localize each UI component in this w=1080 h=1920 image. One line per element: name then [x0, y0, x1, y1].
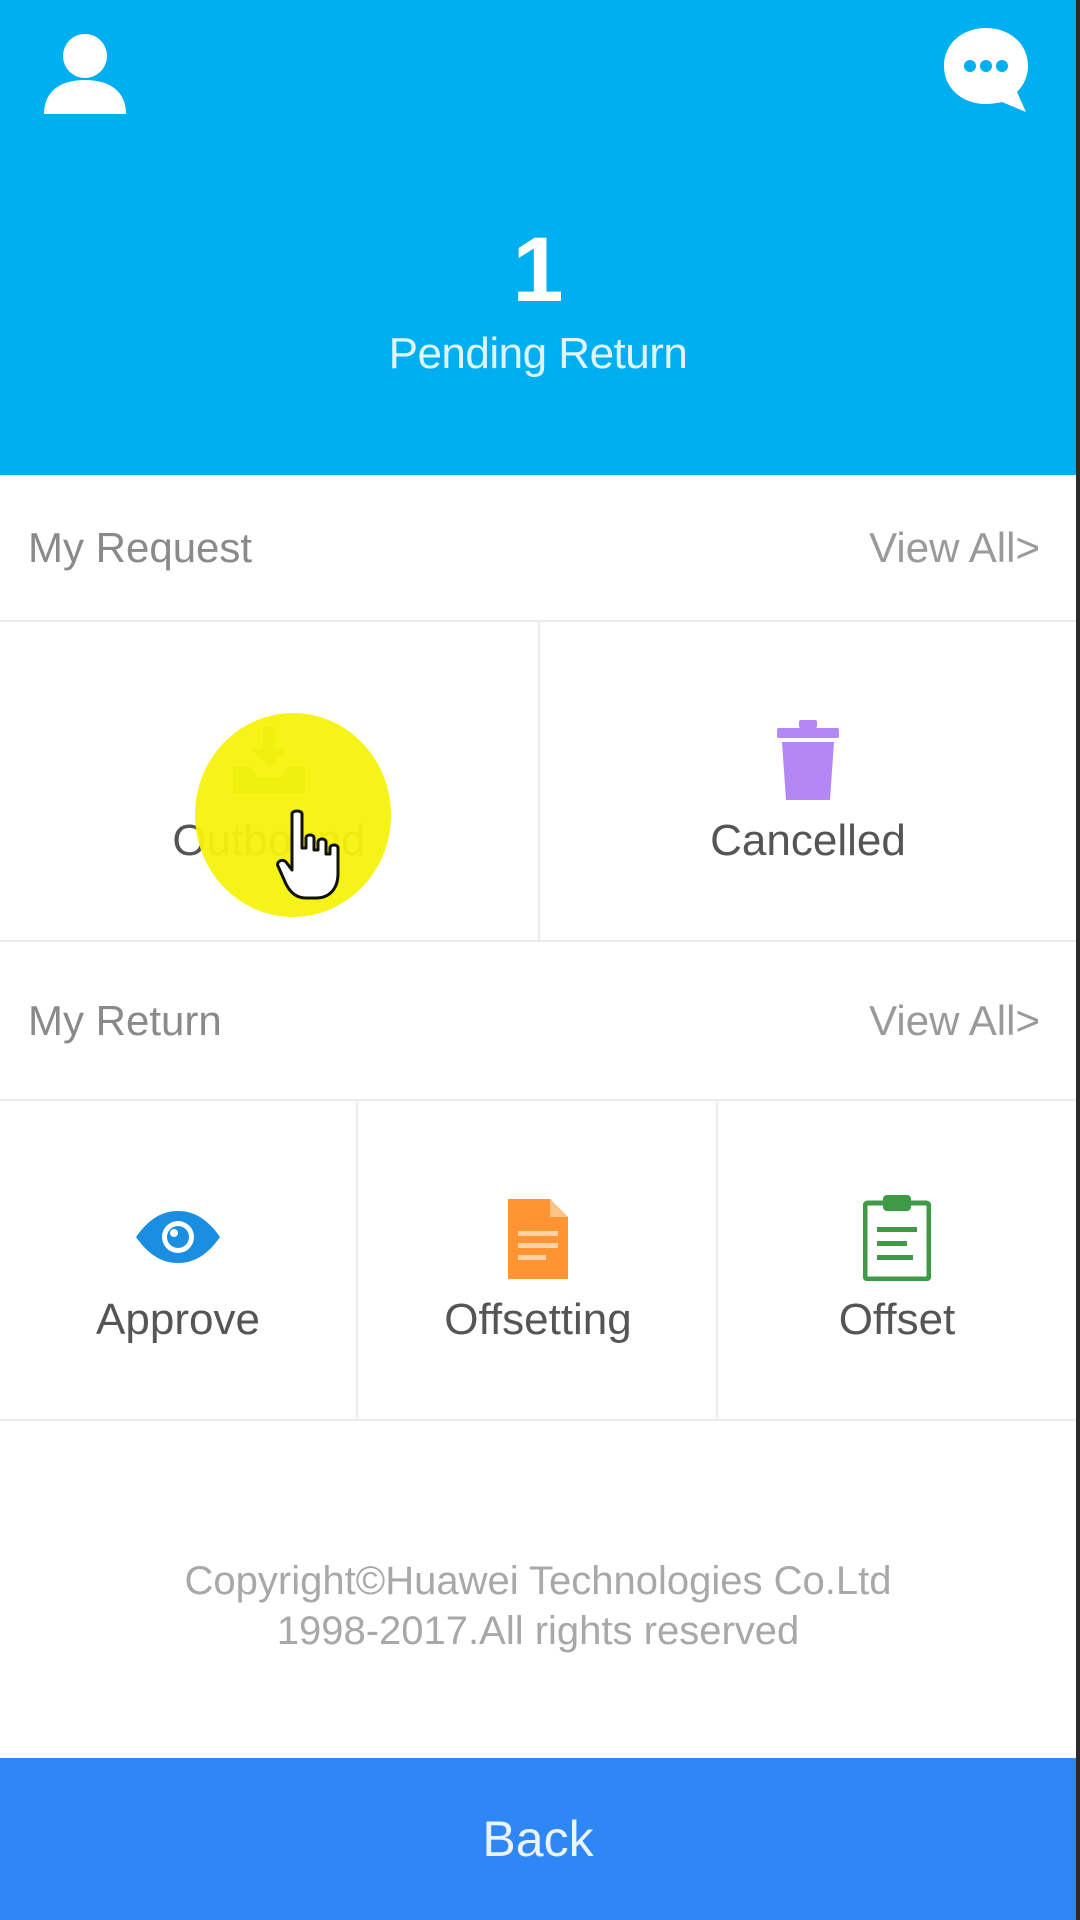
- offset-tile[interactable]: Offset: [716, 1101, 1076, 1419]
- copyright-text: Copyright©Huawei Technologies Co.Ltd 199…: [0, 1556, 1076, 1656]
- approve-label: Approve: [96, 1295, 260, 1344]
- approve-tile[interactable]: Approve: [0, 1101, 356, 1419]
- offsetting-tile[interactable]: Offsetting: [356, 1101, 718, 1419]
- offset-label: Offset: [838, 1295, 956, 1344]
- copyright-line-1: Copyright©Huawei Technologies Co.Ltd: [184, 1559, 892, 1603]
- back-button-label: Back: [482, 1811, 594, 1867]
- my-request-grid: Outbound Cancelled: [0, 622, 1076, 942]
- pending-return-label: Pending Return: [388, 329, 688, 378]
- my-request-title: My Request: [28, 524, 253, 571]
- my-return-header: My Return View All>: [0, 942, 1076, 1101]
- back-button[interactable]: Back: [0, 1758, 1076, 1920]
- offsetting-label: Offsetting: [444, 1295, 632, 1344]
- my-return-grid: Approve Offsetting Offset: [0, 1101, 1076, 1421]
- my-request-view-all-link[interactable]: View All>: [869, 475, 1040, 620]
- document-icon: [508, 1199, 568, 1279]
- hand-cursor-icon: [276, 809, 340, 900]
- eye-icon: [136, 1211, 220, 1263]
- cancelled-label: Cancelled: [710, 816, 906, 865]
- my-return-title: My Return: [28, 997, 222, 1044]
- header: 1 Pending Return: [0, 0, 1076, 475]
- clipboard-icon: [863, 1195, 931, 1281]
- pending-return-count: 1: [512, 219, 564, 321]
- my-request-header: My Request View All>: [0, 475, 1076, 622]
- cancelled-tile[interactable]: Cancelled: [538, 622, 1076, 940]
- copyright-line-2: 1998-2017.All rights reserved: [276, 1609, 800, 1653]
- chat-bubble-icon[interactable]: [940, 24, 1032, 116]
- user-icon[interactable]: [40, 28, 130, 116]
- my-return-view-all-link[interactable]: View All>: [869, 942, 1040, 1099]
- trash-icon: [777, 720, 839, 800]
- app-screen: 1 Pending Return My Request View All> Ou…: [0, 0, 1080, 1920]
